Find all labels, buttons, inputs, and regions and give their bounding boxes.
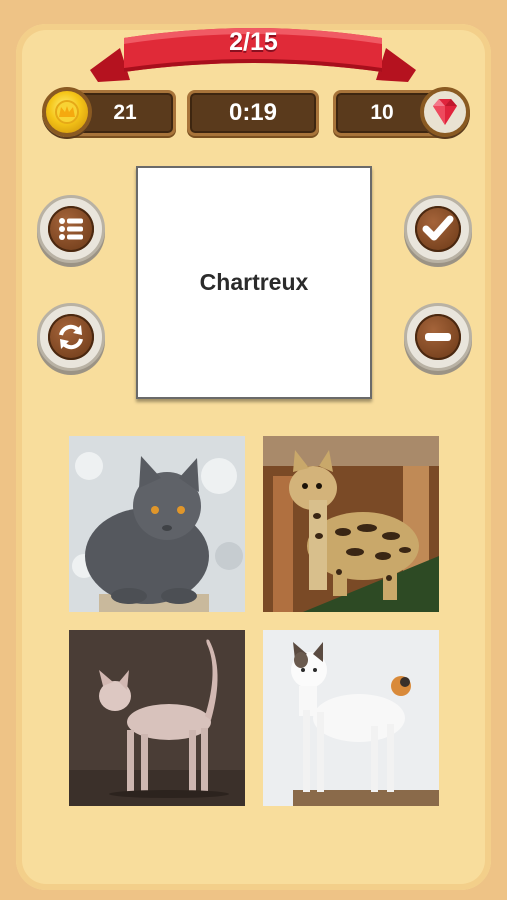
timer-value: 0:19 xyxy=(228,99,278,126)
list-button[interactable] xyxy=(37,195,105,263)
refresh-icon xyxy=(59,324,83,350)
answer-option-grey-cat[interactable] xyxy=(69,436,245,612)
answer-option-hairless-cat[interactable] xyxy=(69,630,245,806)
grey-cat-image xyxy=(69,436,245,612)
answer-option-white-calico-cat[interactable] xyxy=(263,630,439,806)
ruby-gem-icon xyxy=(420,87,470,137)
hairless-cat-image xyxy=(69,630,245,806)
refresh-button[interactable] xyxy=(37,303,105,371)
checkmark-icon xyxy=(422,215,454,241)
check-button[interactable] xyxy=(404,195,472,263)
minus-button[interactable] xyxy=(404,303,472,371)
minus-icon xyxy=(425,333,451,341)
answer-option-spotted-wild-cat[interactable] xyxy=(263,436,439,612)
timer-display: 0:19 xyxy=(187,90,319,136)
spotted-wild-cat-image xyxy=(263,436,439,612)
word-label: Chartreux xyxy=(199,269,309,295)
list-icon xyxy=(59,218,83,240)
white-calico-cat-image xyxy=(263,630,439,806)
progress-label: 2/15 xyxy=(229,28,278,56)
coins-value: 21 xyxy=(113,101,137,124)
word-card: Chartreux xyxy=(136,166,372,399)
coin-icon xyxy=(42,87,92,137)
gems-value: 10 xyxy=(370,101,394,124)
